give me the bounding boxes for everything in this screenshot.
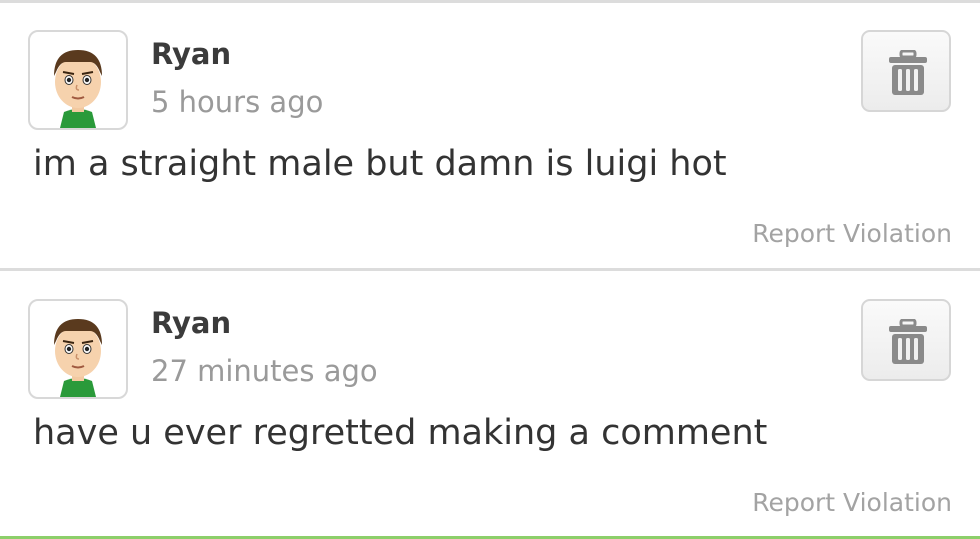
mii-avatar-icon [54,50,102,128]
report-violation-link[interactable]: Report Violation [752,219,952,248]
comment-text: have u ever regretted making a comment [33,413,768,453]
mii-avatar-icon [54,319,102,397]
delete-comment-button[interactable] [861,299,951,381]
author-name[interactable]: Ryan [151,306,231,340]
comment-timestamp: 27 minutes ago [151,354,378,388]
comment-divider [0,268,980,271]
delete-comment-button[interactable] [861,30,951,112]
report-violation-link[interactable]: Report Violation [752,488,952,517]
author-avatar[interactable] [28,299,128,399]
author-name[interactable]: Ryan [151,37,231,71]
trash-icon [889,50,927,95]
comment-item: Ryan 27 minutes ago have u ever regrette… [0,272,980,538]
comment-text: im a straight male but damn is luigi hot [33,144,727,184]
comment-item: Ryan 5 hours ago im a straight male but … [0,3,980,269]
trash-icon [889,319,927,364]
comment-timestamp: 5 hours ago [151,85,324,119]
author-avatar[interactable] [28,30,128,130]
